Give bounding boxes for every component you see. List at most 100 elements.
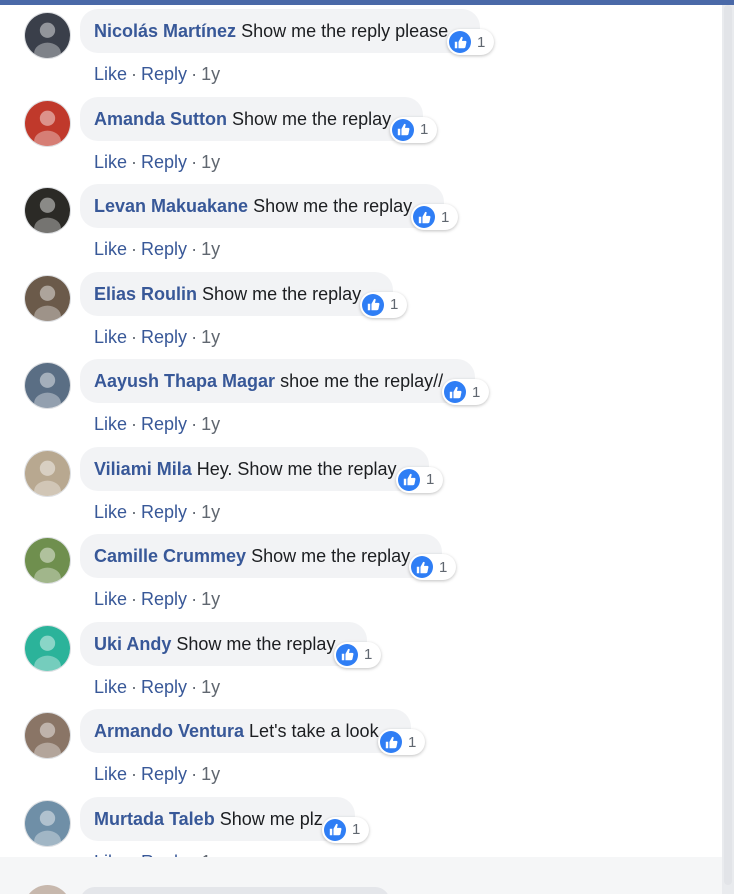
comment-timestamp[interactable]: 1y bbox=[201, 502, 220, 522]
avatar[interactable] bbox=[24, 362, 71, 409]
separator-dot: · bbox=[131, 501, 138, 522]
comment-author[interactable]: Uki Andy bbox=[94, 634, 171, 654]
profile-photo bbox=[25, 713, 70, 758]
separator-dot: · bbox=[191, 151, 198, 172]
separator-dot: · bbox=[191, 589, 198, 609]
separator-dot: · bbox=[131, 764, 138, 784]
reaction-count: 1 bbox=[477, 33, 486, 51]
thumbs-up-icon bbox=[324, 818, 346, 841]
like-link[interactable]: Like bbox=[94, 677, 127, 697]
reply-link[interactable]: Reply bbox=[141, 502, 187, 522]
comment-author[interactable]: Viliami Mila bbox=[94, 459, 192, 479]
comment-bubble: Uki Andy Show me the replay bbox=[80, 621, 368, 666]
comment-bubble: Amanda Sutton Show me the replay bbox=[80, 96, 424, 141]
comment-item: Viliami Mila Hey. Show me the replay 1 L… bbox=[0, 446, 722, 541]
comment-author[interactable]: Amanda Sutton bbox=[94, 109, 227, 129]
reply-link[interactable]: Reply bbox=[141, 414, 187, 434]
reply-link[interactable]: Reply bbox=[141, 239, 187, 259]
comment-text: Hey. Show me the replay bbox=[196, 458, 397, 479]
reaction-count-badge[interactable]: 1 bbox=[378, 729, 426, 755]
comment-author[interactable]: Levan Makuakane bbox=[94, 196, 248, 216]
reaction-count-badge[interactable]: 1 bbox=[322, 816, 370, 843]
reaction-count-badge[interactable]: 1 bbox=[390, 116, 438, 143]
comment-author[interactable]: Aayush Thapa Magar bbox=[94, 371, 275, 391]
comment-author[interactable]: Camille Crummey bbox=[94, 546, 246, 566]
comment-actions: Like·Reply·1y bbox=[94, 64, 220, 85]
scrollbar-thumb[interactable] bbox=[724, 5, 732, 885]
like-link[interactable]: Like bbox=[94, 764, 127, 784]
thumbs-up-icon bbox=[444, 381, 466, 403]
avatar[interactable] bbox=[24, 537, 71, 584]
comment-actions: Like·Reply·1y bbox=[94, 239, 220, 260]
comment-item: Nicolás Martínez Show me the reply pleas… bbox=[0, 9, 722, 103]
comment-bubble: Murtada Taleb Show me plz bbox=[80, 796, 355, 841]
comment-text: Show me the replay bbox=[232, 108, 392, 129]
comment-text: Show me the replay bbox=[251, 546, 411, 566]
separator-dot: · bbox=[131, 239, 138, 259]
comment-timestamp[interactable]: 1y bbox=[201, 327, 220, 347]
reaction-count: 1 bbox=[472, 383, 481, 401]
reply-link[interactable]: Reply bbox=[141, 64, 187, 84]
profile-photo bbox=[25, 538, 70, 583]
comment-author[interactable]: Armando Ventura bbox=[94, 721, 244, 741]
comment-timestamp[interactable]: 1y bbox=[201, 677, 220, 697]
comment-text: Show me plz bbox=[219, 808, 323, 829]
reply-link[interactable]: Reply bbox=[141, 152, 187, 172]
comment-actions: Like·Reply·1y bbox=[94, 764, 220, 785]
reply-link[interactable]: Reply bbox=[141, 327, 187, 347]
comment-bubble bbox=[80, 887, 390, 894]
comment-timestamp[interactable]: 1y bbox=[201, 589, 220, 609]
reaction-count-badge[interactable]: 1 bbox=[334, 641, 382, 668]
comment-author[interactable]: Nicolás Martínez bbox=[94, 21, 236, 41]
comment-item: Armando Ventura Let's take a look 1 Like… bbox=[0, 709, 722, 803]
like-link[interactable]: Like bbox=[94, 589, 127, 609]
like-link[interactable]: Like bbox=[94, 239, 127, 259]
comment-timestamp[interactable]: 1y bbox=[201, 152, 220, 172]
like-link[interactable]: Like bbox=[94, 327, 127, 347]
separator-dot: · bbox=[191, 676, 198, 697]
reaction-count: 1 bbox=[390, 296, 399, 313]
like-link[interactable]: Like bbox=[94, 152, 127, 172]
reply-link[interactable]: Reply bbox=[141, 677, 187, 697]
comment-author[interactable]: Elias Roulin bbox=[94, 284, 197, 304]
avatar[interactable] bbox=[24, 799, 71, 847]
comment-timestamp[interactable]: 1y bbox=[201, 239, 220, 259]
reaction-count: 1 bbox=[408, 733, 417, 751]
reply-link[interactable]: Reply bbox=[141, 764, 187, 784]
separator-dot: · bbox=[131, 326, 138, 347]
separator-dot: · bbox=[191, 764, 198, 784]
reaction-count: 1 bbox=[352, 821, 361, 838]
reaction-count-badge[interactable]: 1 bbox=[411, 204, 459, 230]
profile-photo bbox=[25, 188, 70, 233]
reaction-count-badge[interactable]: 1 bbox=[360, 291, 408, 318]
reaction-count: 1 bbox=[364, 646, 373, 663]
comment-author[interactable]: Murtada Taleb bbox=[94, 809, 215, 829]
like-link[interactable]: Like bbox=[94, 502, 127, 522]
avatar[interactable] bbox=[24, 449, 71, 497]
thumbs-up-icon bbox=[449, 31, 471, 53]
comment-bubble: Nicolás Martínez Show me the reply pleas… bbox=[80, 9, 481, 53]
separator-dot: · bbox=[131, 151, 138, 172]
avatar[interactable] bbox=[24, 99, 71, 147]
reaction-count-badge[interactable]: 1 bbox=[409, 554, 457, 580]
profile-photo bbox=[25, 13, 70, 58]
reaction-count: 1 bbox=[441, 208, 450, 226]
avatar[interactable] bbox=[24, 187, 71, 234]
avatar[interactable] bbox=[24, 624, 71, 672]
reaction-count-badge[interactable]: 1 bbox=[447, 29, 495, 55]
comment-text: shoe me the replay// bbox=[280, 371, 444, 391]
like-link[interactable]: Like bbox=[94, 414, 127, 434]
reply-link[interactable]: Reply bbox=[141, 589, 187, 609]
reaction-count-badge[interactable]: 1 bbox=[396, 466, 444, 493]
comment-timestamp[interactable]: 1y bbox=[201, 764, 220, 784]
reaction-count-badge[interactable]: 1 bbox=[442, 379, 490, 405]
comment-text: Show me the replay bbox=[176, 633, 336, 654]
comment-timestamp[interactable]: 1y bbox=[201, 64, 220, 84]
separator-dot: · bbox=[191, 501, 198, 522]
avatar[interactable] bbox=[24, 712, 71, 759]
comment-timestamp[interactable]: 1y bbox=[201, 414, 220, 434]
like-link[interactable]: Like bbox=[94, 64, 127, 84]
avatar[interactable] bbox=[24, 274, 71, 322]
separator-dot: · bbox=[131, 414, 138, 434]
avatar[interactable] bbox=[24, 12, 71, 59]
